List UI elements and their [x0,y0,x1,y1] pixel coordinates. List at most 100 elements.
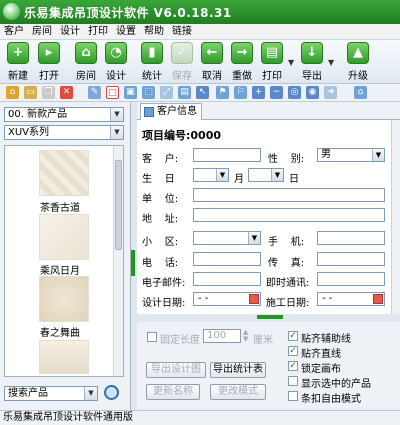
zoom-in-icon[interactable]: + [252,86,265,99]
im-input[interactable] [317,272,385,286]
mobile-input[interactable] [317,231,385,245]
product-thumbnail-list: 茶香古道 乘风日月 春之舞曲 [4,145,124,377]
splitter-grip[interactable] [257,315,283,319]
construct-date-picker[interactable]: - - [317,292,385,306]
day-label: 日 [289,174,299,185]
pencil-icon[interactable]: ✎ [88,86,101,99]
print-dropdown-chevron-icon[interactable]: ▼ [288,58,294,67]
district-select[interactable]: ▼ [193,231,261,245]
address-label: 地 址: [142,214,179,225]
folder-icon[interactable]: ▭ [24,86,37,99]
save-button[interactable]: ✓ 保存 [166,42,198,82]
month-label: 月 [234,174,244,185]
upgrade-button[interactable]: ▲ 升级 [342,42,374,82]
zoom-icon[interactable]: ◉ [306,86,319,99]
redo-button[interactable]: → 重做 [226,42,258,82]
delete-icon[interactable]: ✕ [60,86,73,99]
design-date-picker[interactable]: - - [193,292,261,306]
birthday-label: 生 日 [142,174,175,185]
birth-month-select[interactable]: ▼ [193,168,229,182]
snap-guides-checkbox[interactable]: ✓ [288,331,298,341]
menu-help[interactable]: 帮助 [140,24,168,39]
product-thumbnail[interactable] [39,276,89,322]
product-thumbnail[interactable] [39,214,89,260]
new-button[interactable]: + 新建 [2,42,34,82]
open-button[interactable]: ▸ 打开 [33,42,65,82]
product-category-select[interactable]: 00. 新款产品 ▼ [4,107,124,122]
window-icon[interactable]: ▣ [124,86,137,99]
change-mode-button[interactable]: 更改模式 [210,384,266,400]
product-name: 乘风日月 [40,266,80,277]
resize-icon[interactable]: ⤢ [160,86,173,99]
thumbnail-scrollbar[interactable] [113,146,123,376]
menu-room[interactable]: 房间 [28,24,56,39]
menu-bar: 客户 房间 设计 打印 设置 帮助 链接 [0,24,400,40]
lock-canvas-checkbox[interactable]: ✓ [288,361,298,371]
design-button[interactable]: ◔ 设计 [100,42,132,82]
calendar-icon[interactable] [249,294,259,304]
menu-print[interactable]: 打印 [84,24,112,39]
status-bar: 乐易集成吊顶设计软件通用版 [0,410,400,425]
search-icon[interactable] [104,385,119,400]
show-selected-checkbox[interactable] [288,376,298,386]
menu-customer[interactable]: 客户 [0,24,28,39]
customer-label: 客 户: [142,154,179,165]
fixed-length-checkbox[interactable] [147,332,157,342]
menu-design[interactable]: 设计 [56,24,84,39]
export-button[interactable]: ↓ 导出 [296,42,328,82]
layer-icon[interactable]: ▤ [178,86,191,99]
district-label: 小 区: [142,237,179,248]
free-mode-checkbox[interactable] [288,391,298,401]
form-scrollbar[interactable] [392,120,400,314]
customer-input[interactable] [193,148,261,162]
update-name-button[interactable]: 更新名称 [146,384,200,400]
home-small-icon[interactable]: ⌂ [6,86,19,99]
pan-icon[interactable]: ➜ [324,86,337,99]
horizontal-splitter[interactable] [137,314,400,322]
splitter-grip[interactable] [131,250,135,276]
calendar-icon[interactable] [373,294,383,304]
edit-toolbar: ⌂ ▭ ❐ ✕ ✎ □ ▣ ⬚ ⤢ ▤ ↖ ⚑ ⚐ + − ◎ ◉ ➜ ⌂ [0,84,400,102]
series-select[interactable]: XUV系列 ▼ [4,125,124,140]
export-dropdown-chevron-icon[interactable]: ▼ [328,58,334,67]
fax-label: 传 真: [268,258,305,269]
length-input[interactable]: 100 [203,329,241,343]
scrollbar-thumb[interactable] [115,160,122,250]
menu-settings[interactable]: 设置 [112,24,140,39]
open-icon: ▸ [38,42,60,64]
tab-customer-info[interactable]: 客户信息 [140,103,202,120]
rectangle-icon[interactable]: □ [106,86,119,99]
project-number: 项目编号:0000 [142,129,222,142]
phone-input[interactable] [193,252,261,266]
zoom-out-icon[interactable]: − [270,86,283,99]
undo-button[interactable]: ← 取消 [196,42,228,82]
export-design-button[interactable]: 导出设计图 [146,362,206,378]
length-stepper-icon[interactable]: ▲ ▼ [243,329,248,343]
save-icon: ✓ [171,42,193,64]
design-icon: ◔ [105,42,127,64]
cursor-icon[interactable]: ↖ [196,86,209,99]
chevron-down-icon: ▼ [271,169,283,181]
export-stats-button[interactable]: 导出统计表 [210,362,266,378]
room-button[interactable]: ⌂ 房间 [70,42,102,82]
zoom-fit-icon[interactable]: ◎ [288,86,301,99]
address-input[interactable] [193,208,385,222]
flag-right-icon[interactable]: ⚐ [234,86,247,99]
copy-icon[interactable]: ❐ [42,86,55,99]
product-thumbnail[interactable] [39,340,89,374]
birth-day-select[interactable]: ▼ [248,168,284,182]
bar-chart-icon: ▮ [141,42,163,64]
product-thumbnail[interactable] [39,150,89,196]
menu-links[interactable]: 链接 [168,24,196,39]
email-input[interactable] [193,272,261,286]
print-button[interactable]: ▤ 打印 [256,42,288,82]
company-input[interactable] [193,188,385,202]
fax-input[interactable] [317,252,385,266]
move-icon[interactable]: ⬚ [142,86,155,99]
flag-icon[interactable]: ⚑ [216,86,229,99]
stats-button[interactable]: ▮ 统计 [136,42,168,82]
gender-select[interactable]: 男 ▼ [317,148,385,162]
home-view-icon[interactable]: ⌂ [354,86,367,99]
snap-lines-checkbox[interactable]: ✓ [288,346,298,356]
search-product-select[interactable]: 搜索产品 ▼ [4,386,98,401]
